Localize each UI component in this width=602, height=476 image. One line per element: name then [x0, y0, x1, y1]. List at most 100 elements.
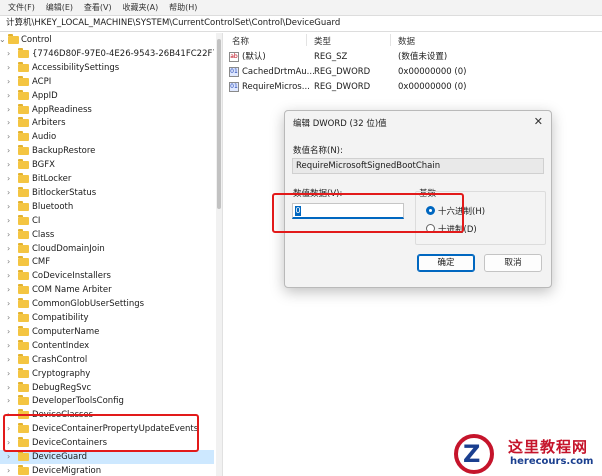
chevron-right-icon[interactable]: ›: [7, 216, 15, 226]
menu-file[interactable]: 文件(F): [8, 0, 35, 15]
tree-item[interactable]: › DeveloperToolsConfig: [0, 394, 214, 408]
tree-item[interactable]: › AppID: [0, 89, 214, 103]
cancel-button[interactable]: 取消: [484, 254, 542, 272]
folder-icon: [18, 173, 29, 183]
chevron-right-icon[interactable]: ›: [7, 369, 15, 379]
menu-view[interactable]: 查看(V): [84, 0, 112, 15]
tree-item-label: {7746D80F-97E0-4E26-9543-26B41FC22F79}: [32, 49, 214, 59]
scrollbar-thumb[interactable]: [217, 39, 221, 209]
tree-item[interactable]: › Cryptography: [0, 367, 214, 381]
tree-item[interactable]: › CoDeviceInstallers: [0, 269, 214, 283]
chevron-right-icon[interactable]: ›: [7, 383, 15, 393]
chevron-right-icon[interactable]: ›: [7, 118, 15, 128]
menu-help[interactable]: 帮助(H): [169, 0, 197, 15]
tree-item[interactable]: › Arbiters: [0, 116, 214, 130]
registry-tree[interactable]: ⌄ Control › {7746D80F-97E0-4E26-9543-26B4…: [0, 33, 214, 476]
chevron-right-icon[interactable]: ›: [7, 452, 15, 462]
folder-icon: [18, 451, 29, 461]
chevron-right-icon[interactable]: ›: [7, 63, 15, 73]
tree-item[interactable]: › CMF: [0, 255, 214, 269]
chevron-right-icon[interactable]: ›: [7, 188, 15, 198]
tree-item[interactable]: › CloudDomainJoin: [0, 242, 214, 256]
chevron-right-icon[interactable]: ›: [7, 160, 15, 170]
address-bar[interactable]: 计算机\HKEY_LOCAL_MACHINE\SYSTEM\CurrentCon…: [0, 15, 602, 32]
tree-item[interactable]: › DeviceGuard: [0, 450, 214, 464]
tree-item[interactable]: › BitlockerStatus: [0, 186, 214, 200]
column-header-data[interactable]: 数据: [398, 35, 415, 47]
pane-splitter[interactable]: [222, 33, 223, 476]
tree-item[interactable]: › AccessibilitySettings: [0, 61, 214, 75]
tree-item[interactable]: › CI: [0, 214, 214, 228]
dialog-title: 编辑 DWORD (32 位)值: [293, 119, 387, 129]
folder-icon: [18, 62, 29, 72]
column-header-type[interactable]: 类型: [314, 35, 331, 47]
value-row[interactable]: 01 CachedDrtmAu... REG_DWORD 0x00000000 …: [224, 65, 602, 79]
tree-item-label: CoDeviceInstallers: [32, 271, 111, 281]
chevron-right-icon[interactable]: ›: [7, 77, 15, 87]
chevron-down-icon[interactable]: ⌄: [0, 35, 7, 45]
value-name: RequireMicros...: [242, 82, 310, 92]
menu-favorites[interactable]: 收藏夹(A): [122, 0, 158, 15]
tree-item[interactable]: › {7746D80F-97E0-4E26-9543-26B41FC22F79}: [0, 47, 214, 61]
chevron-right-icon[interactable]: ›: [7, 313, 15, 323]
chevron-right-icon[interactable]: ›: [7, 230, 15, 240]
tree-item-label: BackupRestore: [32, 146, 96, 156]
close-icon[interactable]: ✕: [534, 115, 543, 128]
folder-icon: [18, 215, 29, 225]
value-name: CachedDrtmAu...: [242, 67, 315, 77]
tree-item[interactable]: › AppReadiness: [0, 103, 214, 117]
tree-item[interactable]: › Class: [0, 228, 214, 242]
tree-item-label: AccessibilitySettings: [32, 63, 120, 73]
chevron-right-icon[interactable]: ›: [7, 257, 15, 267]
tree-item[interactable]: › BitLocker: [0, 172, 214, 186]
chevron-right-icon[interactable]: ›: [7, 244, 15, 254]
value-row[interactable]: 01 RequireMicros... REG_DWORD 0x00000000…: [224, 80, 602, 94]
chevron-right-icon[interactable]: ›: [7, 174, 15, 184]
column-divider[interactable]: [306, 34, 307, 46]
chevron-right-icon[interactable]: ›: [7, 299, 15, 309]
tree-item[interactable]: › COM Name Arbiter: [0, 283, 214, 297]
menu-edit[interactable]: 编辑(E): [46, 0, 73, 15]
folder-icon: [18, 284, 29, 294]
chevron-right-icon[interactable]: ›: [7, 466, 15, 476]
chevron-right-icon[interactable]: ›: [7, 49, 15, 59]
tree-item[interactable]: › CrashControl: [0, 353, 214, 367]
tree-item-label: ContentIndex: [32, 341, 90, 351]
chevron-right-icon[interactable]: ›: [7, 146, 15, 156]
chevron-right-icon[interactable]: ›: [7, 202, 15, 212]
chevron-right-icon[interactable]: ›: [7, 132, 15, 142]
tree-item-label: AppID: [32, 91, 58, 101]
tree-item-label: Class: [32, 230, 55, 240]
tree-item[interactable]: › Compatibility: [0, 311, 214, 325]
value-data: 0x00000000 (0): [398, 82, 467, 92]
tree-item[interactable]: › CommonGlobUserSettings: [0, 297, 214, 311]
highlight-box-tree: [3, 414, 199, 452]
column-header-name[interactable]: 名称: [232, 35, 249, 47]
chevron-right-icon[interactable]: ›: [7, 105, 15, 115]
chevron-right-icon[interactable]: ›: [7, 396, 15, 406]
tree-item[interactable]: › BackupRestore: [0, 144, 214, 158]
tree-item-label: Bluetooth: [32, 202, 74, 212]
address-path[interactable]: 计算机\HKEY_LOCAL_MACHINE\SYSTEM\CurrentCon…: [0, 16, 602, 31]
tree-item-label: BitlockerStatus: [32, 188, 97, 198]
tree-item[interactable]: › BGFX: [0, 158, 214, 172]
tree-item[interactable]: › ContentIndex: [0, 339, 214, 353]
chevron-right-icon[interactable]: ›: [7, 91, 15, 101]
value-row[interactable]: ab (默认) REG_SZ (数值未设置): [224, 50, 602, 64]
chevron-right-icon[interactable]: ›: [7, 271, 15, 281]
tree-item[interactable]: › ACPI: [0, 75, 214, 89]
column-divider[interactable]: [390, 34, 391, 46]
tree-item[interactable]: › Audio: [0, 130, 214, 144]
tree-item[interactable]: › DebugRegSvc: [0, 381, 214, 395]
tree-item[interactable]: › Bluetooth: [0, 200, 214, 214]
tree-item[interactable]: › DeviceMigration: [0, 464, 214, 476]
tree-item[interactable]: › ComputerName: [0, 325, 214, 339]
chevron-right-icon[interactable]: ›: [7, 355, 15, 365]
tree-item-label: CMF: [32, 257, 51, 267]
chevron-right-icon[interactable]: ›: [7, 285, 15, 295]
dword-value-icon: 01: [229, 82, 239, 92]
chevron-right-icon[interactable]: ›: [7, 327, 15, 337]
folder-icon: [18, 340, 29, 350]
chevron-right-icon[interactable]: ›: [7, 341, 15, 351]
ok-button[interactable]: 确定: [417, 254, 475, 272]
